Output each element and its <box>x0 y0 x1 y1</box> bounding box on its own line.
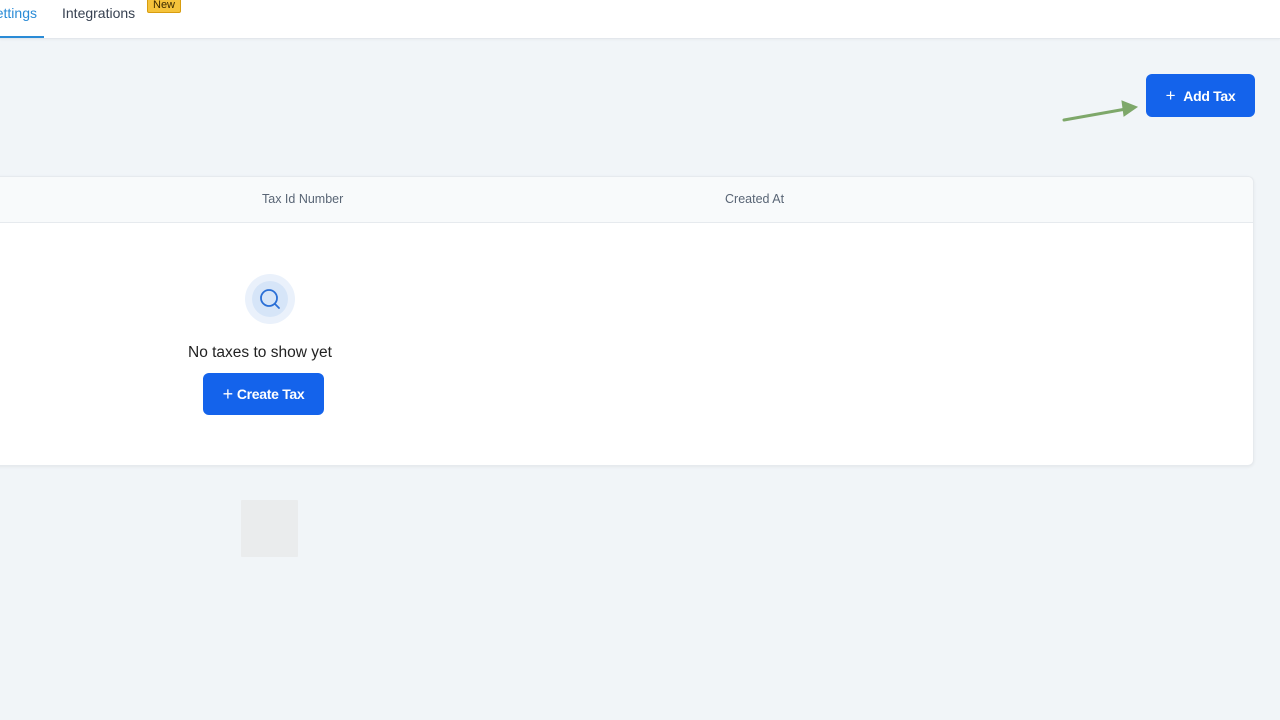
tab-integrations[interactable]: Integrations <box>62 0 135 38</box>
tab-integrations-label: Integrations <box>62 5 136 21</box>
empty-state-message: No taxes to show yet <box>188 344 332 361</box>
image-placeholder <box>241 500 298 557</box>
plus-icon: + <box>1165 85 1176 105</box>
plus-icon: + <box>222 384 234 404</box>
column-created-at: Created At <box>725 192 785 206</box>
search-icon <box>260 289 280 309</box>
top-navigation: Settings Integrations New <box>0 0 1280 39</box>
add-tax-label: Add Tax <box>1183 87 1236 104</box>
column-tax-id-number: Tax Id Number <box>262 192 344 206</box>
empty-state-icon-wrap <box>245 274 295 324</box>
tab-settings[interactable]: Settings <box>0 0 44 38</box>
create-tax-button[interactable]: + Create Tax <box>203 373 324 415</box>
new-badge: New <box>147 0 182 13</box>
table-header: Tax Id Number Created At <box>0 177 1253 223</box>
add-tax-button[interactable]: + Add Tax <box>1146 74 1255 117</box>
taxes-table: Tax Id Number Created At <box>0 176 1254 466</box>
create-tax-label: Create Tax <box>236 386 305 402</box>
tab-settings-label: Settings <box>0 5 37 21</box>
